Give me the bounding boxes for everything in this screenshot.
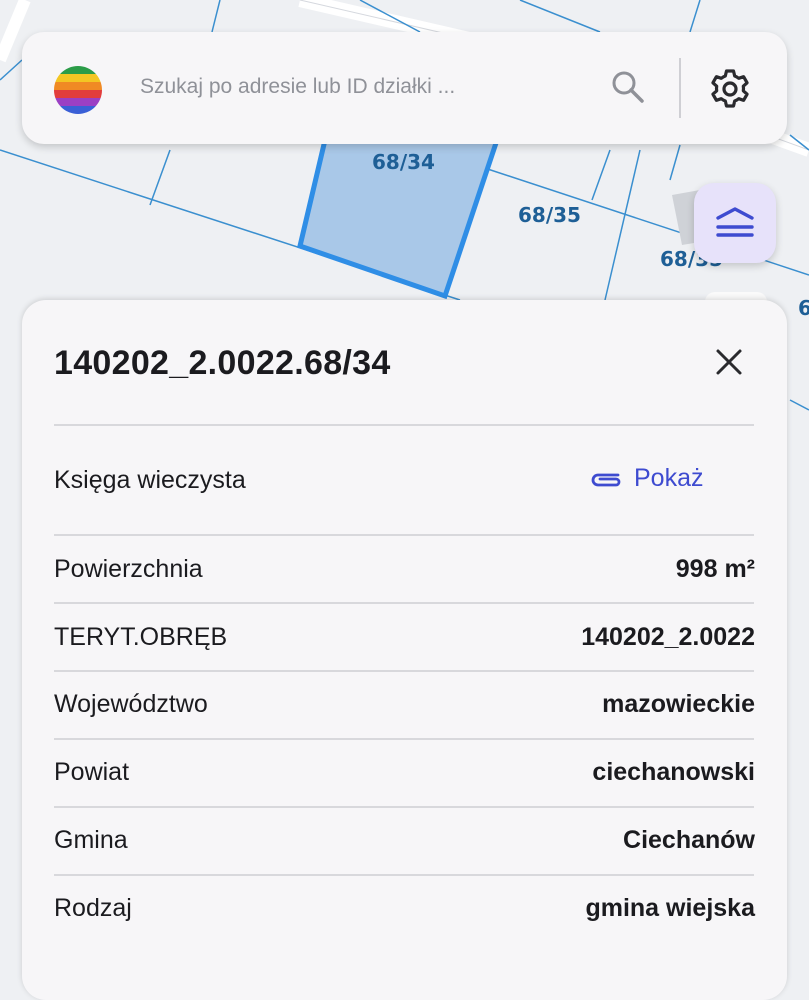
layers-button[interactable] — [694, 183, 776, 263]
row-value-voivodeship: mazowieckie — [602, 690, 755, 718]
row-label-voivodeship: Województwo — [54, 690, 208, 718]
panel-title: 140202_2.0022.68/34 — [54, 344, 391, 382]
row-label-area: Powierzchnia — [54, 555, 203, 583]
search-divider — [679, 58, 681, 118]
divider — [54, 806, 754, 808]
divider — [54, 534, 754, 536]
land-registry-show-link[interactable]: Pokaż — [588, 464, 703, 493]
row-value-area: 998 m² — [675, 555, 755, 583]
parcel-label: 68/34 — [372, 150, 435, 174]
parcel-label: 68/35 — [518, 203, 581, 227]
row-value-commune: Ciechanów — [623, 826, 755, 854]
gear-icon[interactable] — [708, 67, 752, 111]
divider — [54, 670, 754, 672]
row-label-county: Powiat — [54, 758, 130, 786]
row-label-commune: Gmina — [54, 826, 128, 854]
divider — [54, 602, 754, 604]
row-label-type: Rodzaj — [54, 894, 132, 922]
close-icon[interactable] — [714, 347, 744, 377]
paperclip-icon — [591, 473, 621, 486]
search-bar: Szukaj po adresie lub ID działki ... — [22, 32, 787, 144]
layers-icon — [716, 207, 754, 237]
search-input[interactable]: Szukaj po adresie lub ID działki ... — [140, 75, 455, 99]
divider — [54, 738, 754, 740]
parcel-info-panel: 140202_2.0022.68/34 Księga wieczysta Pok… — [22, 300, 787, 1000]
row-value-county: ciechanowski — [592, 758, 755, 786]
row-value-type: gmina wiejska — [585, 894, 755, 922]
search-icon[interactable] — [610, 69, 646, 105]
divider — [54, 424, 754, 426]
parcel-label: 6 — [798, 296, 809, 320]
land-registry-label: Księga wieczysta — [54, 466, 246, 494]
striped-globe-logo[interactable] — [54, 66, 102, 114]
row-label-teryt: TERYT.OBRĘB — [54, 623, 228, 651]
row-value-teryt: 140202_2.0022 — [581, 623, 755, 651]
show-link-label: Pokaż — [634, 464, 704, 492]
divider — [54, 874, 754, 876]
